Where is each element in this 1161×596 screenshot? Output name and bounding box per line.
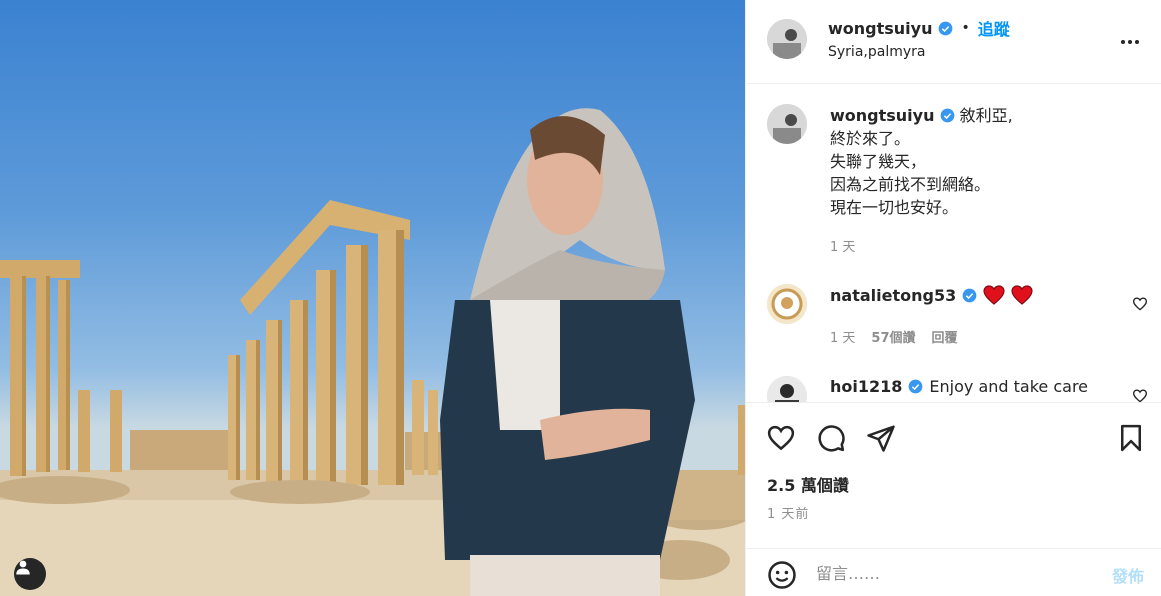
comment-meta: 1 天 57個讚 回覆 [830, 327, 958, 346]
reply-button[interactable]: 回覆 [932, 327, 958, 346]
caption-line: 終於來了。 [830, 129, 911, 148]
post-timestamp[interactable]: 1 天前 [767, 503, 809, 522]
emoji-icon[interactable] [767, 560, 797, 590]
comment-username[interactable]: hoi1218 [830, 377, 902, 396]
more-options-button[interactable] [1118, 30, 1142, 54]
user-tag-icon [16, 560, 30, 575]
comment-time: 1 天 [830, 331, 856, 346]
post-location[interactable]: Syria,palmyra [828, 44, 925, 60]
add-comment-bar: 發佈 [746, 548, 1161, 596]
caption-line: 敘利亞, [959, 106, 1013, 125]
header-title-row: wongtsuiyu • 追蹤 [828, 16, 1010, 40]
likes-count[interactable]: 2.5 萬個讚 [767, 472, 849, 496]
user-tag-button[interactable] [14, 558, 46, 590]
more-icon [1121, 40, 1139, 44]
like-comment-heart-icon[interactable] [1132, 388, 1148, 402]
verified-icon [940, 108, 954, 123]
comment-input[interactable] [816, 560, 1076, 586]
separator-dot: • [961, 20, 970, 36]
follow-button[interactable]: 追蹤 [978, 16, 1010, 40]
heart-icon[interactable] [766, 423, 796, 453]
red-heart-emoji-icon [1011, 285, 1033, 305]
post-header: wongtsuiyu • 追蹤 Syria,palmyra [746, 0, 1161, 84]
caption-username[interactable]: wongtsuiyu [830, 106, 934, 125]
commenter-avatar[interactable] [767, 376, 807, 402]
caption-avatar[interactable] [767, 104, 807, 144]
caption-line: 因為之前找不到網絡。 [830, 175, 991, 194]
share-icon[interactable] [866, 423, 896, 453]
comment-likes[interactable]: 57個讚 [871, 327, 915, 346]
caption-time: 1 天 [830, 240, 856, 255]
comment-body: natalietong53 [830, 285, 1033, 305]
post-caption: wongtsuiyu 敘利亞, 終於來了。 失聯了幾天， 因為之前找不到網絡。 … [830, 104, 1130, 219]
author-username[interactable]: wongtsuiyu [828, 19, 932, 38]
photo-scene [0, 108, 745, 596]
verified-icon [962, 288, 977, 302]
verified-icon [909, 379, 923, 394]
comments-list[interactable]: wongtsuiyu 敘利亞, 終於來了。 失聯了幾天， 因為之前找不到網絡。 … [746, 84, 1161, 402]
author-avatar[interactable] [767, 19, 807, 59]
comment-username[interactable]: natalietong53 [830, 286, 956, 305]
caption-line: 現在一切也安好。 [830, 198, 959, 217]
red-heart-emoji-icon [983, 285, 1005, 305]
caption-line: 失聯了幾天， [830, 152, 927, 171]
verified-icon [939, 21, 953, 35]
like-comment-heart-icon[interactable] [1132, 296, 1148, 312]
comment-body: hoi1218 Enjoy and take care [830, 377, 1088, 396]
post-side-panel: wongtsuiyu • 追蹤 Syria,palmyra wongtsuiyu [745, 0, 1161, 596]
comment-icon[interactable] [816, 423, 846, 453]
comment-text: Enjoy and take care [929, 377, 1089, 396]
commenter-avatar[interactable] [767, 284, 807, 324]
post-photo[interactable] [0, 0, 745, 596]
bookmark-icon[interactable] [1116, 423, 1146, 453]
post-comment-button[interactable]: 發佈 [1112, 563, 1144, 587]
